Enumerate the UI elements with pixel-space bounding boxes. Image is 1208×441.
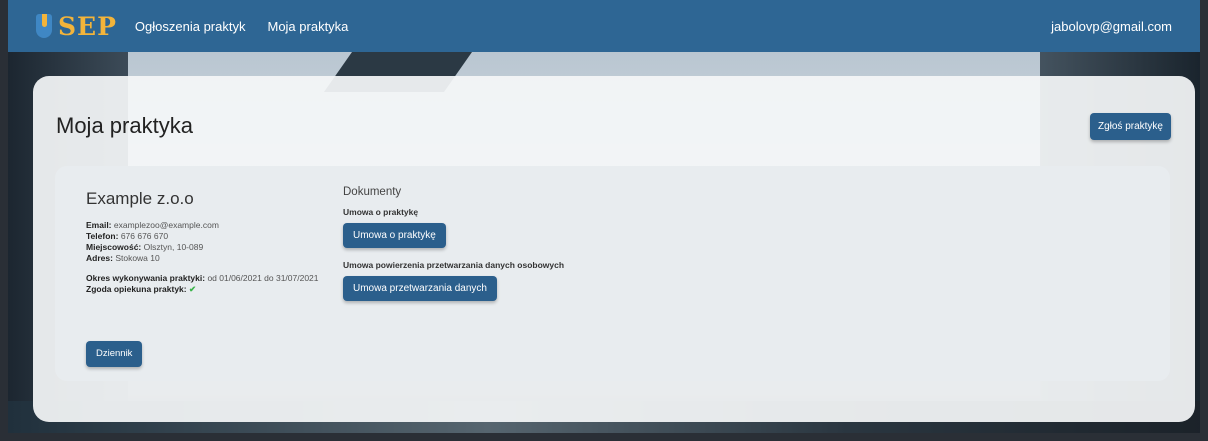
navbar: SEP Ogłoszenia praktyk Moja praktyka jab… [8,0,1200,52]
main-card: Moja praktyka Zgłoś praktykę Example z.o… [33,76,1195,422]
email-row: Email: examplezoo@example.com [86,220,219,230]
address-value: Stokowa 10 [115,253,160,263]
page-title: Moja praktyka [56,113,193,138]
nav-link-internship-offers[interactable]: Ogłoszenia praktyk [135,19,246,34]
city-value: Olsztyn, 10-089 [143,242,204,252]
check-icon: ✔ [188,284,197,294]
logo[interactable]: SEP [36,12,117,41]
documents-title: Dokumenty [343,186,402,198]
internship-agreement-button[interactable]: Umowa o praktykę [343,223,446,248]
document-item: Umowa powierzenia przetwarzania danych o… [343,260,564,301]
user-email[interactable]: jabolovp@gmail.com [1051,19,1172,34]
email-value: examplezoo@example.com [113,220,219,230]
approval-row: Zgoda opiekuna praktyk: ✔ [86,284,197,294]
documents-section: Dokumenty Umowa o praktykę Umowa o prakt… [343,186,564,313]
phone-row: Telefon: 676 676 670 [86,231,169,241]
document-label: Umowa o praktykę [343,207,419,217]
address-row: Adres: Stokowa 10 [86,253,160,263]
period-value: od 01/06/2021 do 31/07/2021 [207,273,319,283]
period-row: Okres wykonywania praktyki: od 01/06/202… [86,273,319,283]
company-details: Email: examplezoo@example.com Telefon: 6… [86,220,319,295]
document-label: Umowa powierzenia przetwarzania danych o… [343,260,565,270]
internship-card: Example z.o.o Email: examplezoo@example.… [55,166,1170,381]
document-item: Umowa o praktykę Umowa o praktykę [343,207,564,248]
city-row: Miejscowość: Olsztyn, 10-089 [86,242,204,252]
logo-text: SEP [58,11,117,41]
logo-shield-icon [36,14,52,38]
report-internship-button[interactable]: Zgłoś praktykę [1089,113,1171,140]
phone-value: 676 676 670 [120,231,169,241]
data-processing-agreement-button[interactable]: Umowa przetwarzania danych [343,276,497,301]
nav-link-my-internship[interactable]: Moja praktyka [267,19,348,34]
company-name: Example z.o.o [86,189,194,208]
diary-button[interactable]: Dziennik [86,341,143,367]
